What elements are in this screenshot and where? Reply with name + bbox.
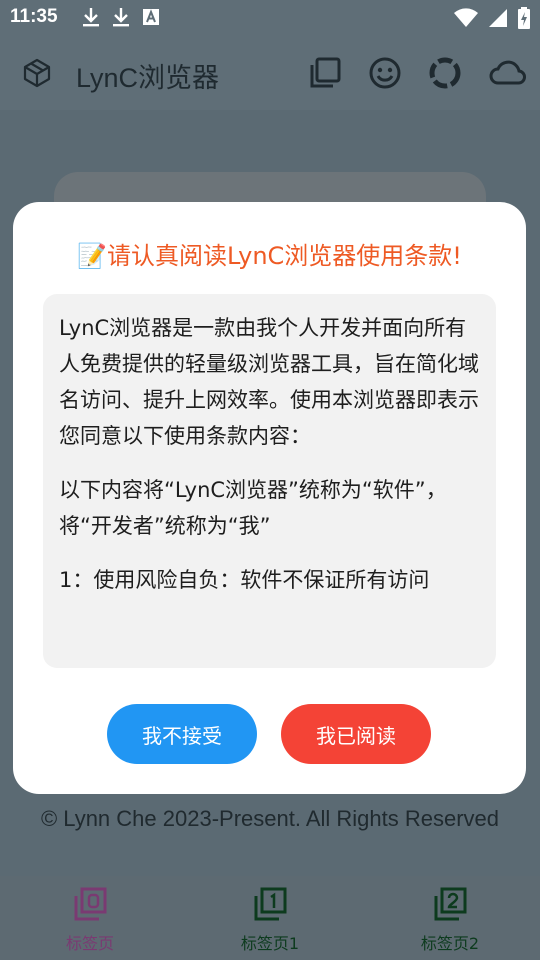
- tab-1-label: 标签页1: [240, 934, 300, 953]
- wifi-icon: [454, 8, 478, 32]
- tabs-icon[interactable]: [308, 56, 342, 90]
- status-time: 11:35: [10, 6, 58, 27]
- accept-button[interactable]: 我已阅读: [281, 704, 431, 764]
- cloud-icon[interactable]: [488, 56, 526, 90]
- terms-paragraph: 以下内容将“LynC浏览器”统称为“软件”，将“开发者”统称为“我”: [59, 478, 447, 538]
- app-bar: LynC浏览器: [0, 36, 540, 110]
- tab-1[interactable]: 标签页1: [180, 876, 360, 960]
- app-title: LynC浏览器: [76, 63, 220, 93]
- bottom-nav: 标签页 标签页1 标签页2: [0, 876, 540, 960]
- tab-2-icon: [432, 886, 468, 926]
- tab-0[interactable]: 标签页: [0, 876, 180, 960]
- dialog-title: 📝请认真阅读LynC浏览器使用条款!: [77, 242, 462, 270]
- terms-content[interactable]: LynC浏览器是一款由我个人开发并面向所有人免费提供的轻量级浏览器工具，旨在简化…: [43, 294, 496, 668]
- download-icon: [82, 7, 100, 31]
- download-icon: [112, 7, 130, 31]
- signal-icon: [488, 8, 508, 32]
- tab-1-icon: [252, 886, 288, 926]
- font-icon: [142, 7, 160, 31]
- status-bar: 11:35: [0, 0, 540, 36]
- tab-2-label: 标签页2: [420, 934, 480, 953]
- smile-icon[interactable]: [368, 56, 402, 90]
- battery-icon: [518, 7, 530, 33]
- terms-paragraph: LynC浏览器是一款由我个人开发并面向所有人免费提供的轻量级浏览器工具，旨在简化…: [59, 316, 479, 448]
- logo-icon: [22, 58, 52, 92]
- terms-paragraph: 1：使用风险自负：软件不保证所有访问: [59, 568, 430, 592]
- footer-copyright: © Lynn Che 2023-Present. All Rights Rese…: [40, 806, 500, 831]
- tab-2[interactable]: 标签页2: [360, 876, 540, 960]
- terms-dialog: 📝请认真阅读LynC浏览器使用条款! LynC浏览器是一款由我个人开发并面向所有…: [13, 202, 526, 794]
- loading-icon[interactable]: [428, 56, 462, 90]
- decline-button[interactable]: 我不接受: [107, 704, 257, 764]
- tab-0-icon: [72, 886, 108, 926]
- tab-0-label: 标签页: [65, 934, 114, 953]
